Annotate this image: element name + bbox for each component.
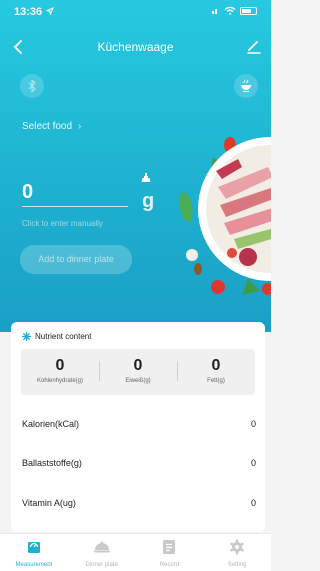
tab-measurement[interactable]: Measurement xyxy=(0,534,68,571)
nutrient-row-label: Kalorien(kCal) xyxy=(22,419,80,429)
plate-cover-icon xyxy=(93,541,110,553)
status-time: 13:36 xyxy=(14,6,43,18)
page-title: Küchenwaage xyxy=(97,40,174,54)
weight-unit: g xyxy=(142,190,155,212)
chevron-right-icon: › xyxy=(78,121,82,132)
bluetooth-button[interactable] xyxy=(20,74,44,98)
scale-icon xyxy=(27,542,40,553)
tab-label: Record xyxy=(159,562,180,568)
macro-carbohydrates: 0 Kohlenhydrate(g) xyxy=(21,349,99,395)
macro-value: 0 xyxy=(55,357,65,374)
tab-label: Measurement xyxy=(15,562,53,568)
nutrient-card: Nutrient content 0 Kohlenhydrate(g) 0 Ei… xyxy=(11,322,265,532)
bowl-icon xyxy=(241,79,251,93)
macro-summary: 0 Kohlenhydrate(g) 0 Eiweiß(g) 0 Fett(g) xyxy=(21,349,255,395)
tab-bar: Measurement Dinner plate Record Setting xyxy=(0,533,271,571)
gear-icon xyxy=(230,539,244,555)
macro-label: Kohlenhydrate(g) xyxy=(36,378,84,384)
select-food-button[interactable]: Select food › xyxy=(22,121,81,132)
tab-label: Setting xyxy=(227,562,247,568)
nav-bar: Küchenwaage xyxy=(0,36,271,60)
weight-value[interactable]: 0 xyxy=(22,181,33,204)
nutrient-row-label: Ballaststoffe(g) xyxy=(22,458,82,468)
nutrient-icon xyxy=(22,332,31,341)
status-bar: 13:36 xyxy=(0,0,271,24)
bowl-button[interactable] xyxy=(234,74,258,98)
battery-icon xyxy=(240,6,257,15)
macro-label: Fett(g) xyxy=(207,378,225,384)
manual-entry-hint[interactable]: Click to enter manually xyxy=(22,219,103,228)
bluetooth-icon xyxy=(28,79,36,93)
nutrient-title: Nutrient content xyxy=(35,332,92,341)
tab-label: Dinner plate xyxy=(85,562,118,568)
hero-panel: 13:36 Küchenwaage Select food › 0 g Clic… xyxy=(0,0,271,332)
macro-label: Eiweiß(g) xyxy=(125,378,151,384)
edit-icon[interactable] xyxy=(245,38,263,56)
macro-value: 0 xyxy=(133,357,143,374)
nutrient-row-vitamin-a: Vitamin A(ug) 0 xyxy=(22,498,256,512)
macro-fat: 0 Fett(g) xyxy=(177,349,255,395)
wifi-icon xyxy=(224,6,236,15)
add-to-plate-button[interactable]: Add to dinner plate xyxy=(20,245,132,274)
tab-setting[interactable]: Setting xyxy=(203,534,271,571)
select-food-label: Select food xyxy=(22,121,73,132)
nutrient-row-value: 0 xyxy=(250,458,256,468)
location-arrow-icon xyxy=(46,7,54,15)
weight-underline xyxy=(22,206,128,207)
nutrient-row-calories: Kalorien(kCal) 0 xyxy=(22,419,256,433)
signal-icon xyxy=(212,8,220,14)
nutrient-header: Nutrient content xyxy=(22,332,91,341)
nutrient-row-value: 0 xyxy=(250,419,256,429)
status-icons xyxy=(212,6,257,15)
document-icon xyxy=(163,540,176,554)
tab-dinner-plate[interactable]: Dinner plate xyxy=(68,534,136,571)
tab-record[interactable]: Record xyxy=(136,534,204,571)
nutrient-row-value: 0 xyxy=(250,498,256,508)
tare-icon[interactable] xyxy=(140,172,152,184)
food-plate-image xyxy=(179,137,271,295)
macro-value: 0 xyxy=(211,357,221,374)
nutrient-row-fiber: Ballaststoffe(g) 0 xyxy=(22,458,256,472)
macro-protein: 0 Eiweiß(g) xyxy=(99,349,177,395)
nutrient-row-label: Vitamin A(ug) xyxy=(22,498,76,508)
